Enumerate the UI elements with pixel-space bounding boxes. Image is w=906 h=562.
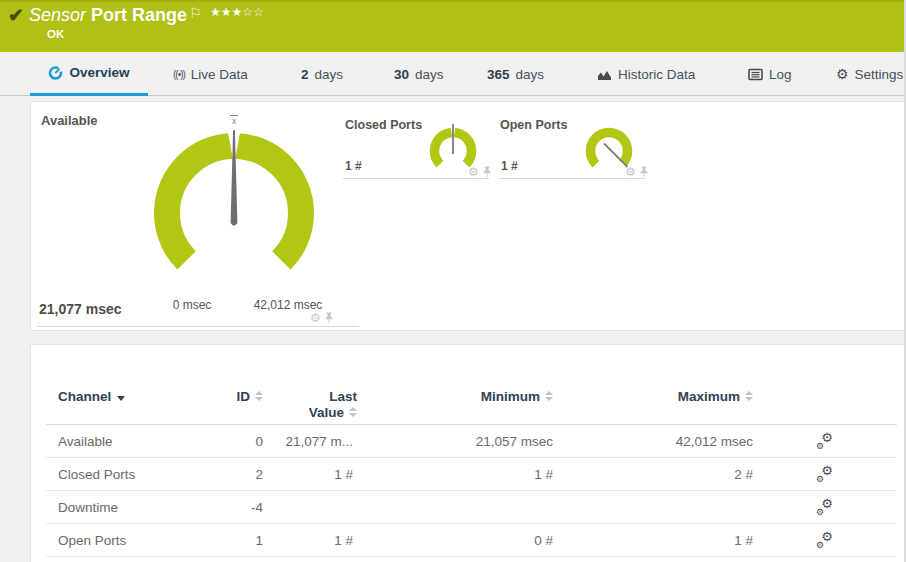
priority-stars[interactable]: ★★★☆☆ bbox=[210, 5, 264, 19]
sort-icon bbox=[745, 391, 753, 401]
channel-id: 1 bbox=[218, 524, 263, 557]
tab-settings[interactable]: ⚙ Settings bbox=[836, 52, 903, 96]
col-header-last-value[interactable]: LastValue bbox=[263, 345, 353, 425]
col-header-minimum[interactable]: Minimum bbox=[353, 345, 553, 425]
gauge-min-label: 0 msec bbox=[173, 298, 212, 312]
ok-check-icon: ✔ bbox=[8, 4, 24, 27]
tab-365-days[interactable]: 365days bbox=[487, 52, 544, 96]
channel-settings-icon[interactable]: ⚙⚙ bbox=[817, 465, 833, 480]
closed-ports-value: 1 # bbox=[345, 159, 362, 173]
gauge-label-open-ports: Open Ports bbox=[500, 118, 567, 132]
channel-minimum: 1 # bbox=[353, 458, 553, 491]
channel-minimum: 0 # bbox=[353, 524, 553, 557]
table-row-available: Available 0 21,077 m... 21,057 msec 42,0… bbox=[46, 425, 897, 458]
sort-desc-icon bbox=[117, 396, 125, 401]
table-header-row: Channel ID LastValue Minimum Maximum bbox=[46, 345, 897, 425]
tab-log[interactable]: Log bbox=[748, 52, 792, 96]
gauge-gear-icon[interactable]: ⚙ bbox=[310, 313, 321, 324]
channel-name: Downtime bbox=[46, 491, 218, 524]
available-value: 21,077 msec bbox=[39, 301, 122, 317]
gauge-pin-icon[interactable] bbox=[639, 166, 649, 178]
tab-historic-data[interactable]: Historic Data bbox=[597, 52, 695, 96]
gauge-pin-icon[interactable] bbox=[324, 312, 334, 324]
col-header-maximum[interactable]: Maximum bbox=[553, 345, 753, 425]
channel-settings-icon[interactable]: ⚙⚙ bbox=[817, 432, 833, 447]
sensor-name: Port Range bbox=[91, 5, 187, 25]
table-row-downtime: Downtime -4 ⚙⚙ bbox=[46, 491, 897, 524]
open-ports-gauge-actions: ⚙ bbox=[625, 166, 649, 178]
tab-bar: Overview ((•)) Live Data 2days 30days 36… bbox=[0, 52, 906, 96]
table-row-closed-ports: Closed Ports 2 1 # 1 # 2 # ⚙⚙ bbox=[46, 458, 897, 491]
channel-last-value: 21,077 m... bbox=[263, 425, 353, 458]
flag-icon[interactable]: ⚐ bbox=[189, 5, 202, 21]
channel-last-value: 1 # bbox=[263, 524, 353, 557]
channel-id: 2 bbox=[218, 458, 263, 491]
col-header-id[interactable]: ID bbox=[218, 345, 263, 425]
channel-name: Available bbox=[46, 425, 218, 458]
historic-data-icon bbox=[597, 68, 612, 81]
channel-minimum bbox=[353, 491, 553, 524]
channel-id: -4 bbox=[218, 491, 263, 524]
gauge-pin-icon[interactable] bbox=[482, 166, 492, 178]
channel-last-value bbox=[263, 491, 353, 524]
channel-settings-icon[interactable]: ⚙⚙ bbox=[817, 531, 833, 546]
channel-maximum bbox=[553, 491, 753, 524]
sort-icon bbox=[349, 407, 357, 417]
channels-panel: Channel ID LastValue Minimum Maximum Ava… bbox=[30, 344, 906, 562]
sensor-title: Sensor Port Range bbox=[29, 5, 187, 26]
channel-settings-icon[interactable]: ⚙⚙ bbox=[817, 498, 833, 513]
channel-last-value: 1 # bbox=[263, 458, 353, 491]
channel-name: Open Ports bbox=[46, 524, 218, 557]
tab-2-days[interactable]: 2days bbox=[301, 52, 343, 96]
channel-name: Closed Ports bbox=[46, 458, 218, 491]
tab-live-data[interactable]: ((•)) Live Data bbox=[173, 52, 248, 96]
settings-gear-icon: ⚙ bbox=[836, 66, 849, 82]
gauges-panel: Available x 0 msec 42,012 msec 21,077 ms… bbox=[30, 101, 906, 331]
gauge-label-available: Available bbox=[41, 113, 98, 128]
sort-icon bbox=[255, 391, 263, 401]
live-data-icon: ((•)) bbox=[173, 69, 185, 80]
mean-marker: x bbox=[232, 116, 237, 126]
gauge-gear-icon[interactable]: ⚙ bbox=[468, 167, 479, 178]
col-header-channel[interactable]: Channel bbox=[46, 345, 218, 425]
channel-maximum: 2 # bbox=[553, 458, 753, 491]
stars-empty[interactable]: ☆☆ bbox=[242, 5, 264, 19]
sensor-header: ✔ Sensor Port Range ⚐ ★★★☆☆ OK bbox=[0, 0, 906, 52]
available-gauge: x bbox=[149, 111, 319, 296]
available-gauge-actions: ⚙ bbox=[310, 312, 334, 324]
sort-icon bbox=[545, 391, 553, 401]
sensor-kind-label: Sensor bbox=[29, 5, 86, 25]
channel-maximum: 42,012 msec bbox=[553, 425, 753, 458]
open-ports-value: 1 # bbox=[501, 159, 518, 173]
tab-overview[interactable]: Overview bbox=[30, 52, 148, 96]
channel-minimum: 21,057 msec bbox=[353, 425, 553, 458]
sensor-status-badge: OK bbox=[47, 28, 64, 40]
channel-table: Channel ID LastValue Minimum Maximum Ava… bbox=[46, 345, 897, 557]
tab-30-days[interactable]: 30days bbox=[394, 52, 444, 96]
closed-ports-gauge-actions: ⚙ bbox=[468, 166, 492, 178]
channel-maximum: 1 # bbox=[553, 524, 753, 557]
overview-gauge-icon bbox=[48, 66, 63, 80]
gauge-label-closed-ports: Closed Ports bbox=[345, 118, 422, 132]
table-row-open-ports: Open Ports 1 1 # 0 # 1 # ⚙⚙ bbox=[46, 524, 897, 557]
stars-filled[interactable]: ★★★ bbox=[210, 5, 242, 19]
gauge-gear-icon[interactable]: ⚙ bbox=[625, 167, 636, 178]
channel-id: 0 bbox=[218, 425, 263, 458]
log-icon bbox=[748, 68, 763, 81]
gauge-max-label: 42,012 msec bbox=[254, 298, 323, 312]
